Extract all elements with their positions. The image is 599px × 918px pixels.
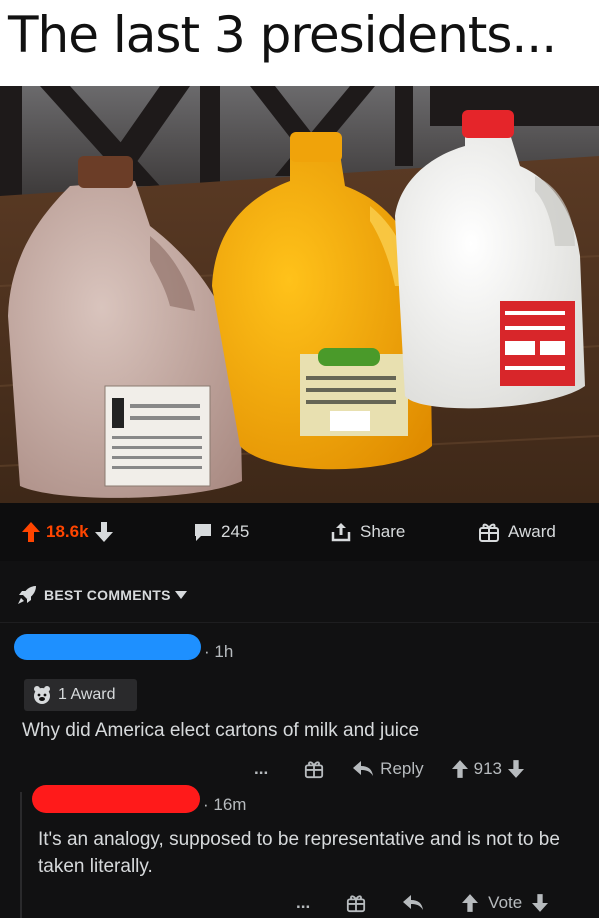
comment-sort-selector[interactable]: BEST COMMENTS bbox=[16, 584, 187, 606]
more-options-button[interactable]: ... bbox=[296, 893, 310, 913]
upvote-arrow-icon[interactable] bbox=[462, 894, 479, 912]
reply-button[interactable]: Reply bbox=[352, 759, 424, 779]
comment-count: 245 bbox=[221, 522, 250, 541]
reply-arrow-icon bbox=[353, 761, 374, 776]
comment-age: · 1h bbox=[204, 642, 234, 661]
downvote-arrow-icon[interactable] bbox=[532, 894, 549, 912]
comment-bubble-icon bbox=[195, 524, 211, 541]
reply-label: Reply bbox=[380, 759, 424, 778]
redacted-username bbox=[14, 634, 201, 660]
sort-label: BEST COMMENTS bbox=[44, 587, 171, 603]
thread-line[interactable] bbox=[20, 792, 22, 918]
meme-caption: The last 3 presidents... bbox=[8, 6, 557, 64]
chevron-down-icon bbox=[174, 591, 187, 599]
comment-body: It's an analogy, supposed to be represen… bbox=[38, 829, 560, 877]
comment-age-value: 1h bbox=[214, 642, 234, 661]
divider bbox=[0, 622, 599, 623]
bear-award-icon bbox=[34, 686, 50, 704]
upvote-arrow-icon[interactable] bbox=[451, 760, 468, 778]
comment-age-value: 16m bbox=[213, 795, 247, 814]
share-icon bbox=[331, 523, 351, 542]
gift-icon[interactable] bbox=[304, 759, 324, 779]
gift-icon bbox=[479, 523, 499, 542]
redacted-username bbox=[32, 785, 200, 813]
share-button[interactable]: Share bbox=[330, 520, 405, 544]
award-button[interactable]: Award bbox=[478, 520, 556, 544]
downvote-arrow-icon[interactable] bbox=[508, 760, 525, 778]
rocket-icon bbox=[18, 586, 36, 604]
award-label: Award bbox=[508, 522, 556, 541]
meme-caption-bar: The last 3 presidents... bbox=[0, 0, 599, 86]
comment-actions: ... Vote bbox=[296, 889, 549, 917]
downvote-arrow-icon[interactable] bbox=[94, 522, 113, 542]
more-options-button[interactable]: ... bbox=[254, 759, 268, 779]
jugs-photo bbox=[0, 86, 599, 503]
comment-score: 913 bbox=[473, 759, 503, 778]
award-badge[interactable]: 1 Award bbox=[24, 679, 137, 711]
vote-label: Vote bbox=[488, 893, 523, 912]
comment-body: Why did America elect cartons of milk an… bbox=[22, 720, 420, 741]
gift-icon[interactable] bbox=[346, 893, 366, 913]
comment-age: · 16m bbox=[203, 795, 247, 814]
award-badge-label: 1 Award bbox=[58, 686, 116, 703]
post-image[interactable] bbox=[0, 86, 599, 503]
post-action-bar: 18.6k 245 Share Award bbox=[0, 503, 599, 561]
vote-control: 18.6k bbox=[22, 520, 113, 544]
share-label: Share bbox=[360, 522, 406, 541]
reply-arrow-icon[interactable] bbox=[402, 894, 424, 912]
comment-actions: ... Reply 913 bbox=[254, 755, 525, 783]
upvote-arrow-icon[interactable] bbox=[22, 522, 40, 542]
post-score: 18.6k bbox=[46, 522, 89, 541]
comments-button[interactable]: 245 bbox=[193, 520, 249, 544]
